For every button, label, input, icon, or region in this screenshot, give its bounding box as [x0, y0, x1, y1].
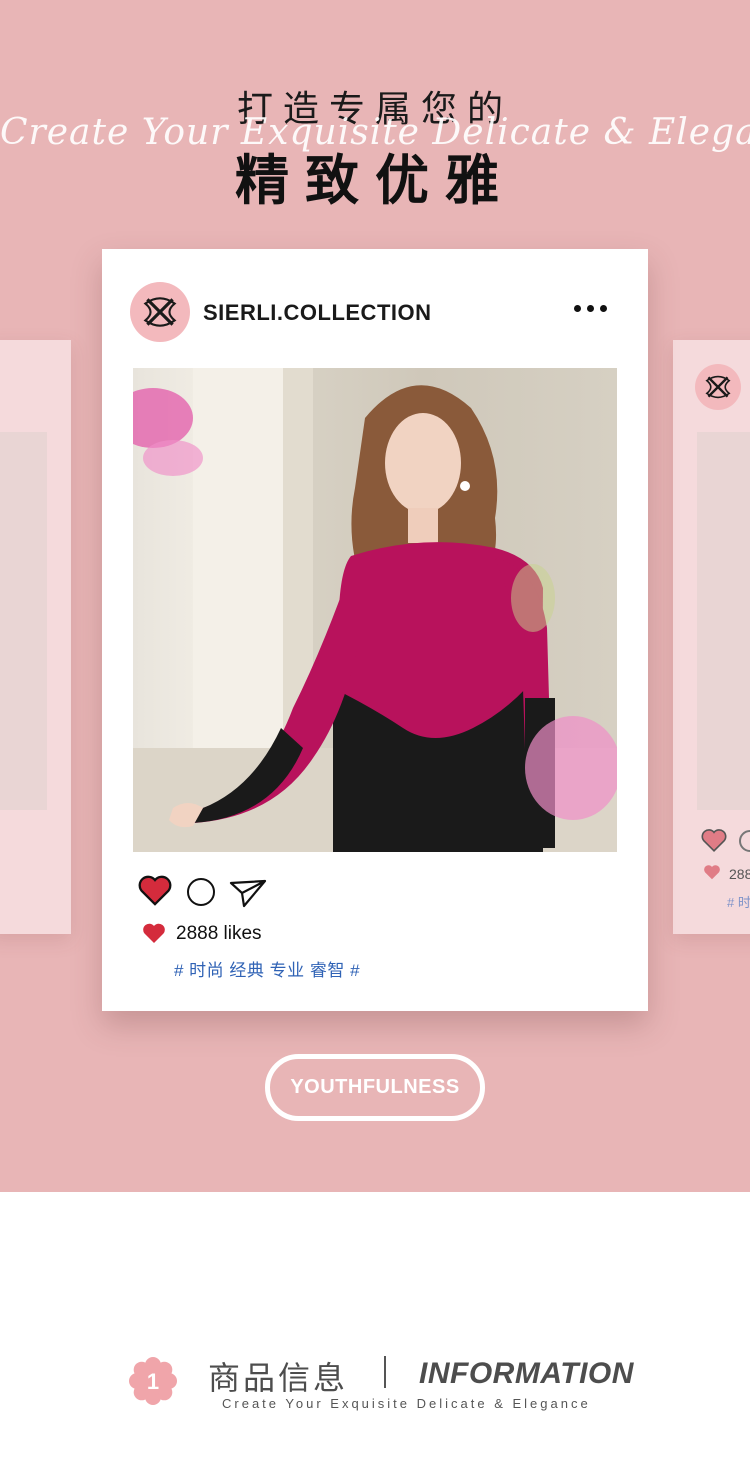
model-illustration — [133, 368, 617, 852]
like-heart-icon[interactable] — [138, 874, 172, 906]
section-subtitle: Create Your Exquisite Delicate & Eleganc… — [222, 1396, 591, 1411]
share-send-icon[interactable] — [228, 877, 268, 909]
likes-count: 2888 likes — [176, 923, 262, 944]
section-title-en: INFORMATION — [419, 1357, 634, 1390]
brand-logo-icon — [705, 375, 731, 399]
avatar[interactable] — [130, 282, 190, 342]
next-post-card[interactable]: 288 # 时 — [673, 340, 750, 934]
flower-badge-icon: 1 — [129, 1357, 177, 1405]
post-username[interactable]: SIERLI.COLLECTION — [203, 300, 432, 326]
next-post-likes: 288 — [729, 866, 750, 882]
hashtags[interactable]: # 时尚 经典 专业 睿智 # — [174, 956, 360, 981]
comment-icon[interactable] — [187, 878, 215, 906]
next-post-tags: # 时 — [727, 895, 750, 910]
youthfulness-button[interactable]: YOUTHFULNESS — [265, 1054, 485, 1121]
heart-icon[interactable] — [701, 828, 727, 852]
more-dots-icon[interactable] — [574, 305, 607, 312]
title-divider — [384, 1356, 386, 1388]
svg-text:1: 1 — [147, 1369, 159, 1394]
heart-icon — [704, 865, 720, 880]
heart-icon — [143, 923, 165, 943]
headline-main: 精致优雅 — [235, 149, 515, 212]
previous-post-card[interactable] — [0, 340, 71, 934]
comment-icon[interactable] — [739, 830, 750, 852]
brand-logo-icon — [143, 297, 177, 327]
hero-section: 打造专属您的 Create Your Exquisite Delicate & … — [0, 0, 750, 1192]
previous-post-photo — [0, 432, 47, 810]
next-post-avatar — [695, 364, 741, 410]
section-title-cn: 商品信息 — [208, 1359, 349, 1397]
next-post-photo — [697, 432, 750, 810]
section-number-badge: 1 — [129, 1357, 177, 1405]
post-card: SIERLI.COLLECTION 2888 likes # 时尚 经典 专业 … — [102, 249, 648, 1011]
post-photo — [133, 368, 617, 852]
youthfulness-label: YOUTHFULNESS — [290, 1076, 460, 1098]
